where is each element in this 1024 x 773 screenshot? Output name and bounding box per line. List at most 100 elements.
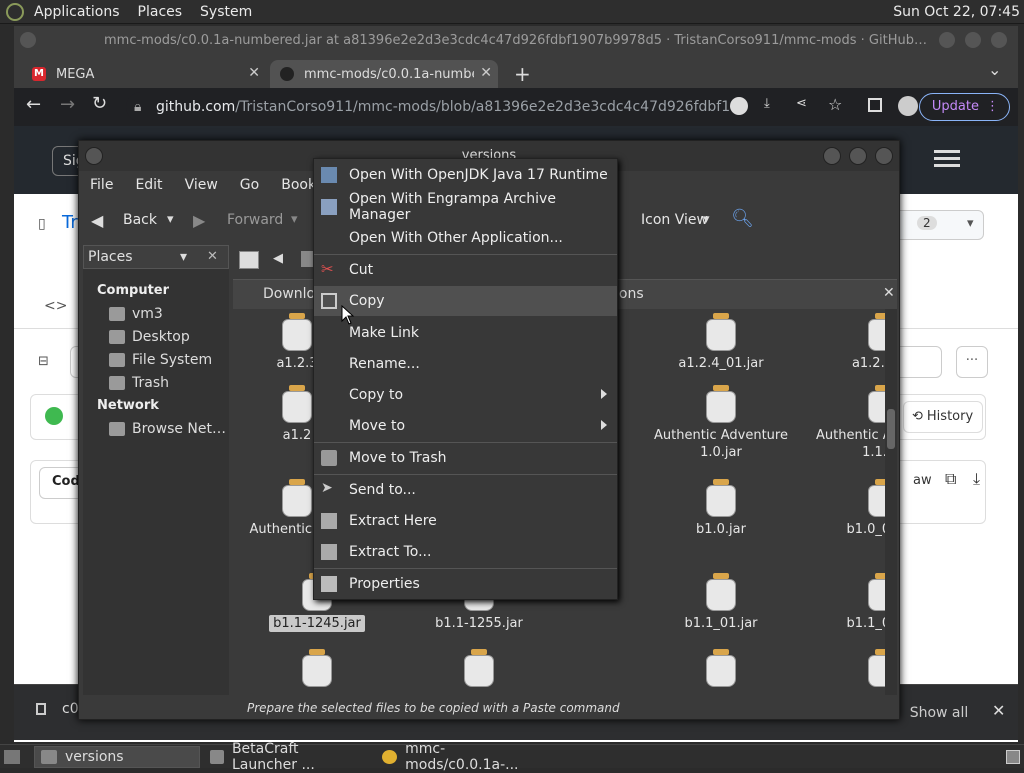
menu-item-extract-to[interactable]: Extract To...: [314, 537, 617, 567]
forward-button[interactable]: Forward: [227, 212, 283, 228]
menu-file[interactable]: File: [90, 177, 113, 193]
close-tab-icon[interactable]: ✕: [248, 65, 260, 81]
download-item[interactable]: c0: [62, 701, 79, 717]
back-button[interactable]: Back: [123, 212, 157, 228]
share-icon[interactable]: ⋖: [796, 96, 807, 111]
file-icon-item[interactable]: [237, 649, 397, 691]
download-icon[interactable]: ⤓: [973, 469, 980, 489]
new-tab-icon[interactable]: +: [514, 62, 531, 86]
view-mode-select[interactable]: Icon View: [641, 212, 708, 228]
close-icon[interactable]: [991, 32, 1007, 48]
places-menu[interactable]: Places: [138, 4, 183, 20]
side-panel-icon[interactable]: [868, 98, 882, 112]
forward-history-dropdown-icon[interactable]: ▾: [291, 212, 298, 227]
file-icon-item[interactable]: [803, 649, 885, 691]
menu-view[interactable]: View: [185, 177, 218, 193]
tab-github[interactable]: mmc-mods/c0.0.1a-numbere ✕: [270, 60, 498, 88]
sidebar-item-file-system[interactable]: File System: [109, 352, 212, 368]
file-icon-item[interactable]: [399, 649, 559, 691]
clock[interactable]: Sun Oct 22, 07:45: [893, 4, 1020, 20]
menu-item-properties[interactable]: Properties: [314, 569, 617, 599]
address-bar[interactable]: 🔒︎ github.com/TristanCorso911/mmc-mods/b…: [126, 92, 746, 122]
file-icon-item[interactable]: Authentic Adventure 1.1.jar: [803, 385, 885, 461]
maximize-icon[interactable]: [849, 147, 867, 165]
workspace-switcher-icon[interactable]: [1006, 750, 1020, 764]
back-history-dropdown-icon[interactable]: ▾: [167, 212, 174, 227]
taskbar-item-versions[interactable]: versions: [34, 745, 200, 768]
raw-button[interactable]: aw: [913, 473, 932, 488]
file-tree-icon[interactable]: ⊟: [38, 354, 49, 369]
menu-item-move-to[interactable]: Move to: [314, 411, 617, 441]
update-button[interactable]: Update ⋮: [918, 93, 1010, 121]
sidebar-item-vm3[interactable]: vm3: [109, 306, 163, 322]
scrollbar-thumb[interactable]: [887, 409, 895, 449]
menu-item-send-to[interactable]: ➤ Send to...: [314, 475, 617, 505]
menu-item-cut[interactable]: ✂ Cut: [314, 255, 617, 285]
file-icon-item[interactable]: b1.0_01.jar: [803, 479, 885, 538]
tab-mega[interactable]: M MEGA ✕: [22, 60, 266, 88]
file-icon-item[interactable]: a1.2.5.jar: [803, 313, 885, 372]
path-left-arrow-icon[interactable]: ◀: [273, 251, 283, 266]
search-field[interactable]: [894, 346, 942, 378]
repo-owner-link[interactable]: Tr: [62, 212, 78, 233]
kebab-menu-icon[interactable]: ⋮: [986, 94, 999, 120]
menu-item-copy[interactable]: Copy: [314, 286, 617, 316]
hamburger-menu-icon[interactable]: [934, 150, 960, 153]
back-arrow-icon[interactable]: ◀: [91, 211, 103, 230]
menu-item-open-with-engrampa[interactable]: Open With Engrampa Archive Manager: [314, 191, 617, 223]
sidebar-item-browse-network[interactable]: Browse Net…: [109, 421, 226, 437]
menu-item-open-with-other[interactable]: Open With Other Application...: [314, 223, 617, 253]
forward-icon[interactable]: →: [60, 94, 75, 115]
search-icon[interactable]: 🔍︎: [731, 208, 754, 229]
file-icon-item[interactable]: b1.1_01.jar: [641, 573, 801, 632]
close-sidebar-icon[interactable]: ✕: [207, 249, 218, 264]
close-icon[interactable]: [875, 147, 893, 165]
menu-item-move-to-trash[interactable]: Move to Trash: [314, 443, 617, 473]
file-icon-item[interactable]: b1.1_02.jar: [803, 573, 885, 632]
menu-item-extract-here[interactable]: Extract Here: [314, 506, 617, 536]
menu-item-open-with-java[interactable]: Open With OpenJDK Java 17 Runtime: [314, 160, 617, 190]
menu-item-copy-to[interactable]: Copy to: [314, 380, 617, 410]
install-icon[interactable]: ⤓: [764, 96, 770, 111]
show-all-button[interactable]: Show all: [904, 699, 974, 727]
menu-item-make-link[interactable]: Make Link: [314, 318, 617, 348]
tab-versions[interactable]: ions: [615, 286, 644, 302]
vertical-scrollbar[interactable]: [885, 309, 897, 695]
back-icon[interactable]: ←: [26, 94, 41, 115]
copy-icon[interactable]: ⧉: [945, 469, 956, 489]
close-tab-icon[interactable]: ✕: [480, 65, 492, 81]
google-icon[interactable]: [730, 97, 748, 115]
taskbar-item-chrome[interactable]: mmc-mods/c0.0.1a-...: [376, 741, 556, 773]
file-icon-item[interactable]: Authentic Adventure 1.0.jar: [641, 385, 801, 461]
close-download-bar-icon[interactable]: ✕: [992, 701, 1005, 720]
profile-avatar[interactable]: [898, 96, 918, 116]
file-icon-item[interactable]: [641, 649, 801, 691]
show-desktop-icon[interactable]: [4, 749, 20, 764]
chevron-down-icon[interactable]: ▾: [967, 216, 974, 231]
menu-edit[interactable]: Edit: [135, 177, 162, 193]
file-icon-item[interactable]: b1.0.jar: [641, 479, 801, 538]
code-tab-icon[interactable]: <>: [44, 298, 67, 314]
minimize-icon[interactable]: [939, 32, 955, 48]
window-menu-icon[interactable]: [20, 32, 36, 48]
minimize-icon[interactable]: [823, 147, 841, 165]
forward-arrow-icon[interactable]: ▶: [193, 211, 205, 230]
reload-icon[interactable]: ↻: [92, 93, 107, 114]
sidebar-item-desktop[interactable]: Desktop: [109, 329, 190, 345]
history-button[interactable]: ⟲ History: [903, 401, 983, 433]
taskbar-item-betacraft[interactable]: BetaCraft Launcher ...: [204, 741, 372, 773]
menu-go[interactable]: Go: [240, 177, 259, 193]
sidebar-item-trash[interactable]: Trash: [109, 375, 169, 391]
more-options-icon[interactable]: ···: [956, 346, 988, 378]
bookmark-star-icon[interactable]: ☆: [828, 95, 842, 114]
applications-menu[interactable]: Applications: [34, 4, 120, 20]
system-menu[interactable]: System: [200, 4, 252, 20]
close-tab-icon[interactable]: ✕: [883, 285, 895, 301]
menu-item-rename[interactable]: Rename...: [314, 349, 617, 379]
chevron-down-icon[interactable]: ▾: [703, 212, 710, 227]
file-icon-item[interactable]: a1.2.4_01.jar: [641, 313, 801, 372]
window-menu-icon[interactable]: [85, 147, 103, 165]
edit-location-icon[interactable]: [239, 251, 259, 269]
tab-search-icon[interactable]: ⌄: [988, 60, 1001, 79]
maximize-icon[interactable]: [965, 32, 981, 48]
